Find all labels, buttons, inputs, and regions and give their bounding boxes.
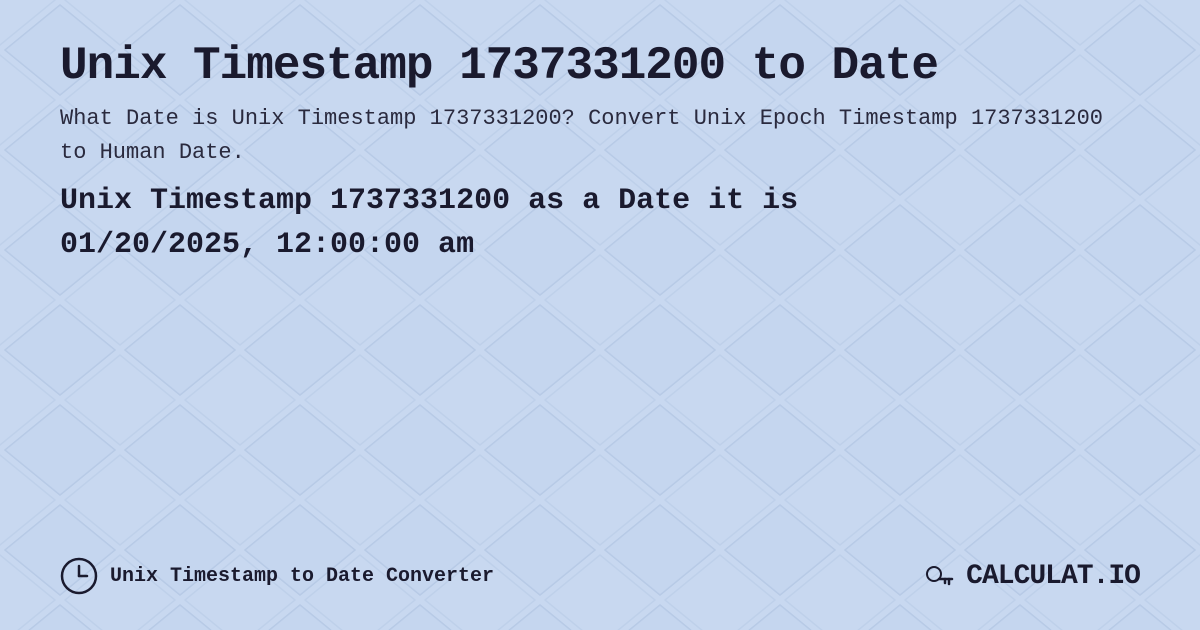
result-line2: 01/20/2025, 12:00:00 am (60, 228, 474, 262)
clock-icon (60, 557, 98, 595)
logo-icon (922, 558, 958, 594)
result-section: Unix Timestamp 1737331200 as a Date it i… (60, 180, 1140, 267)
description-text: What Date is Unix Timestamp 1737331200? … (60, 102, 1120, 170)
result-text: Unix Timestamp 1737331200 as a Date it i… (60, 180, 1120, 267)
result-line1: Unix Timestamp 1737331200 as a Date it i… (60, 184, 798, 218)
top-section: Unix Timestamp 1737331200 to Date What D… (60, 40, 1140, 170)
footer: Unix Timestamp to Date Converter CALCULA… (60, 557, 1140, 600)
logo-text: CALCULAT.IO (966, 561, 1140, 592)
main-title: Unix Timestamp 1737331200 to Date (60, 40, 1140, 92)
converter-label: Unix Timestamp to Date Converter (110, 565, 494, 588)
logo-area: CALCULAT.IO (922, 558, 1140, 594)
footer-left: Unix Timestamp to Date Converter (60, 557, 494, 595)
page-content: Unix Timestamp 1737331200 to Date What D… (0, 0, 1200, 630)
